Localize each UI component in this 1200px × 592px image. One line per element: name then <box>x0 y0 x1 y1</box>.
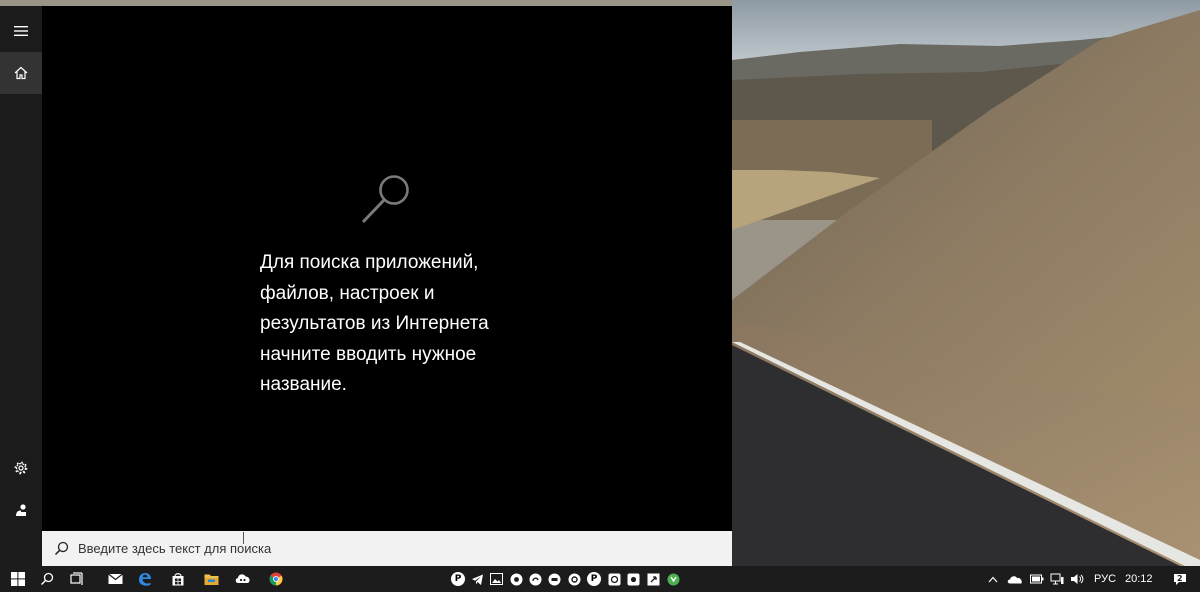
search-icon <box>54 541 69 556</box>
search-hint-text: Для поиска приложений, файлов, настроек … <box>260 248 560 401</box>
task-view-button[interactable] <box>63 566 91 592</box>
volume-icon <box>1071 574 1084 584</box>
network-button[interactable] <box>1048 566 1066 592</box>
tray-app-image[interactable] <box>488 566 504 592</box>
play-icon <box>608 573 620 585</box>
search-input[interactable] <box>78 531 698 566</box>
search-box[interactable] <box>42 531 732 566</box>
edge-icon <box>139 573 151 586</box>
p-round-icon: P <box>587 572 601 586</box>
p-icon: P <box>451 572 465 586</box>
network-icon <box>1050 573 1064 585</box>
start-rail <box>0 6 42 566</box>
tray-app-green[interactable] <box>665 566 681 592</box>
settings-icon <box>568 573 580 585</box>
battery-icon <box>1030 574 1044 584</box>
search-icon <box>40 572 54 586</box>
taskbar: P P РУС 20:12 2 <box>0 566 1200 592</box>
hint-line: название. <box>260 374 347 395</box>
chrome-icon <box>269 572 283 586</box>
mouse-text-cursor <box>243 532 244 544</box>
media-icon <box>647 573 659 585</box>
green-app-icon <box>667 573 679 585</box>
hamburger-menu-icon <box>14 26 28 36</box>
store-app-button[interactable] <box>164 566 192 592</box>
mail-app-button[interactable] <box>101 566 129 592</box>
tray-app-chrome[interactable] <box>508 566 524 592</box>
store-icon <box>172 573 184 586</box>
task-view-icon <box>70 572 83 585</box>
hamburger-menu-button[interactable] <box>0 10 42 52</box>
clock[interactable]: 20:12 <box>1125 566 1157 592</box>
onedrive-button[interactable] <box>1005 566 1025 592</box>
mail-icon <box>107 573 123 584</box>
home-icon <box>14 66 28 80</box>
tray-app-play[interactable] <box>606 566 622 592</box>
magnifier-icon <box>361 175 409 224</box>
language-indicator[interactable]: РУС <box>1094 566 1118 592</box>
onedrive-icon <box>1007 576 1022 584</box>
tray-app-media[interactable] <box>645 566 661 592</box>
feedback-button[interactable] <box>0 489 42 531</box>
file-explorer-button[interactable] <box>197 566 225 592</box>
tray-app-camera[interactable] <box>625 566 641 592</box>
tray-app-p[interactable]: P <box>450 566 466 592</box>
home-button[interactable] <box>0 52 42 94</box>
file-explorer-icon <box>204 574 218 585</box>
taskbar-search-button[interactable] <box>33 566 61 592</box>
search-panel: Для поиска приложений, файлов, настроек … <box>42 6 732 531</box>
tray-app-circle[interactable] <box>546 566 562 592</box>
windows-start-icon <box>11 572 25 586</box>
camera-icon <box>627 573 639 585</box>
chrome-icon <box>510 573 522 585</box>
photos-app-button[interactable] <box>229 566 257 592</box>
circle-icon <box>548 573 560 585</box>
tray-app-cloud[interactable] <box>527 566 543 592</box>
volume-button[interactable] <box>1068 566 1086 592</box>
hint-line: Для поиска приложений, <box>260 252 479 273</box>
tray-app-p-round[interactable]: P <box>586 566 602 592</box>
photos-icon <box>235 574 250 583</box>
hint-line: начните вводить нужное <box>260 343 477 365</box>
action-center-button[interactable]: 2 <box>1168 566 1192 592</box>
image-icon <box>489 573 503 585</box>
tray-app-telegram[interactable] <box>469 566 485 592</box>
telegram-icon <box>471 574 483 585</box>
feedback-icon <box>16 504 26 516</box>
notifications-badge: 2 <box>1177 574 1183 583</box>
gear-icon <box>14 461 28 475</box>
chevron-up-icon <box>988 576 998 582</box>
show-hidden-icons-button[interactable] <box>985 566 1001 592</box>
start-button[interactable] <box>3 566 33 592</box>
edge-app-button[interactable] <box>131 566 159 592</box>
hint-line: результатов из Интернета <box>260 313 489 334</box>
hint-line: файлов, настроек и <box>260 282 435 304</box>
settings-button[interactable] <box>0 447 42 489</box>
cloud-icon <box>529 573 541 585</box>
chrome-app-button[interactable] <box>262 566 290 592</box>
tray-app-settings[interactable] <box>566 566 582 592</box>
battery-button[interactable] <box>1028 566 1046 592</box>
